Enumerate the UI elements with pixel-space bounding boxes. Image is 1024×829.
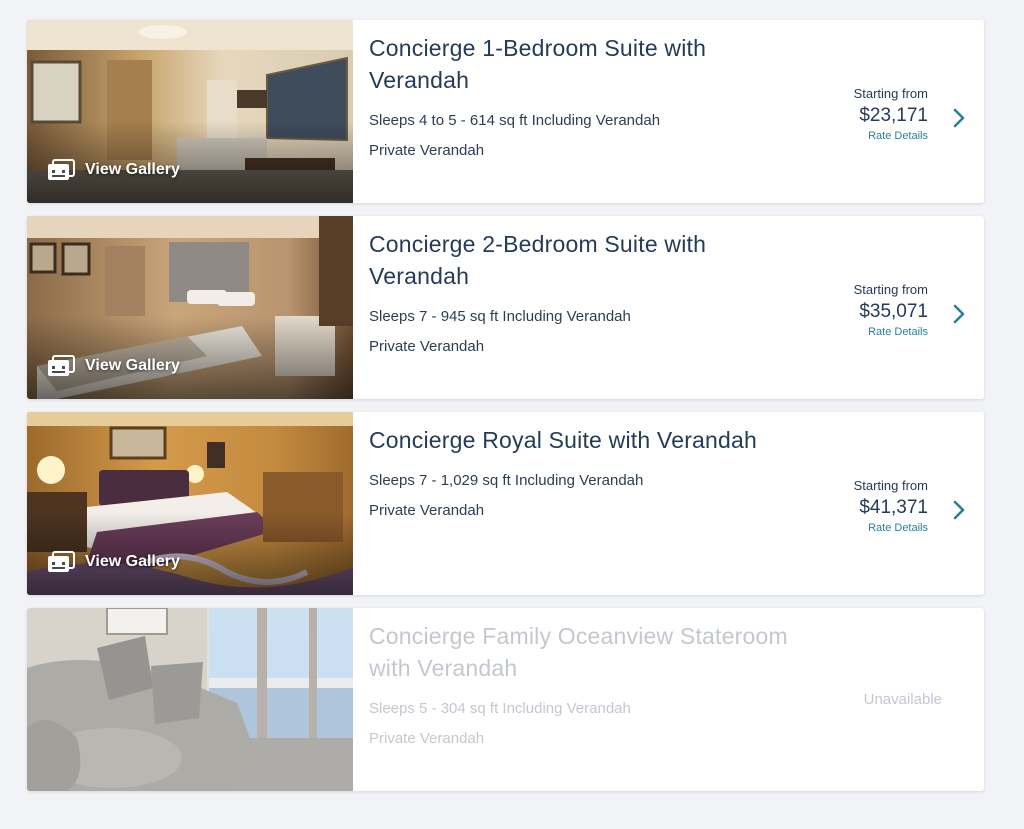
stateroom-capacity: Sleeps 5 - 304 sq ft Including Verandah [369, 700, 631, 717]
stateroom-capacity: Sleeps 7 - 945 sq ft Including Verandah [369, 308, 631, 325]
chevron-right-icon[interactable] [952, 108, 966, 128]
stateroom-info: Concierge 2-Bedroom Suite with Verandah … [369, 228, 809, 357]
view-gallery-button[interactable]: View Gallery [47, 550, 180, 574]
stateroom-capacity: Sleeps 7 - 1,029 sq ft Including Veranda… [369, 472, 644, 489]
stateroom-card-concierge-family-oceanview: Concierge Family Oceanview Stateroom wit… [27, 608, 984, 791]
stateroom-capacity: Sleeps 4 to 5 - 614 sq ft Including Vera… [369, 112, 661, 129]
unavailable-status: Unavailable [863, 691, 942, 708]
stateroom-photo[interactable]: View Gallery [27, 216, 353, 399]
price-value: $41,371 [859, 497, 928, 518]
view-gallery-label: View Gallery [85, 161, 180, 178]
stateroom-info: Concierge Family Oceanview Stateroom wit… [369, 620, 809, 749]
chevron-right-icon[interactable] [952, 500, 966, 520]
stateroom-title: Concierge 2-Bedroom Suite with Verandah [369, 231, 707, 289]
gallery-icon [48, 355, 75, 376]
starting-from-label: Starting from [853, 86, 928, 101]
starting-from-label: Starting from [853, 282, 928, 297]
view-gallery-button[interactable]: View Gallery [47, 354, 180, 378]
stateroom-feature: Private Verandah [369, 502, 485, 519]
price-block: Starting from $41,371 Rate Details [854, 478, 928, 535]
price-block: Starting from $35,071 Rate Details [854, 282, 928, 339]
stateroom-card-concierge-2-bedroom[interactable]: View Gallery Concierge 2-Bedroom Suite w… [27, 216, 984, 399]
stateroom-card-concierge-royal-suite[interactable]: View Gallery Concierge Royal Suite with … [27, 412, 984, 595]
gallery-icon [48, 159, 75, 180]
stateroom-title: Concierge 1-Bedroom Suite with Verandah [369, 35, 707, 93]
view-gallery-button[interactable]: View Gallery [47, 158, 180, 182]
stateroom-title: Concierge Royal Suite with Verandah [369, 427, 758, 453]
stateroom-feature: Private Verandah [369, 338, 485, 355]
starting-from-label: Starting from [853, 478, 928, 493]
stateroom-photo [27, 608, 353, 791]
rate-details-link[interactable]: Rate Details [854, 129, 928, 143]
stateroom-photo[interactable]: View Gallery [27, 412, 353, 595]
stateroom-feature: Private Verandah [369, 730, 485, 747]
stateroom-photo[interactable]: View Gallery [27, 20, 353, 203]
chevron-right-icon[interactable] [952, 304, 966, 324]
stateroom-list: View Gallery Concierge 1-Bedroom Suite w… [27, 20, 984, 791]
price-block: Starting from $23,171 Rate Details [854, 86, 928, 143]
stateroom-title: Concierge Family Oceanview Stateroom wit… [369, 623, 788, 681]
stateroom-feature: Private Verandah [369, 142, 485, 159]
stateroom-card-concierge-1-bedroom[interactable]: View Gallery Concierge 1-Bedroom Suite w… [27, 20, 984, 203]
price-value: $23,171 [859, 105, 928, 126]
view-gallery-label: View Gallery [85, 357, 180, 374]
stateroom-info: Concierge Royal Suite with Verandah Slee… [369, 424, 809, 521]
stateroom-info: Concierge 1-Bedroom Suite with Verandah … [369, 32, 809, 161]
price-value: $35,071 [859, 301, 928, 322]
rate-details-link[interactable]: Rate Details [854, 325, 928, 339]
view-gallery-label: View Gallery [85, 553, 180, 570]
gallery-icon [48, 551, 75, 572]
rate-details-link[interactable]: Rate Details [854, 521, 928, 535]
